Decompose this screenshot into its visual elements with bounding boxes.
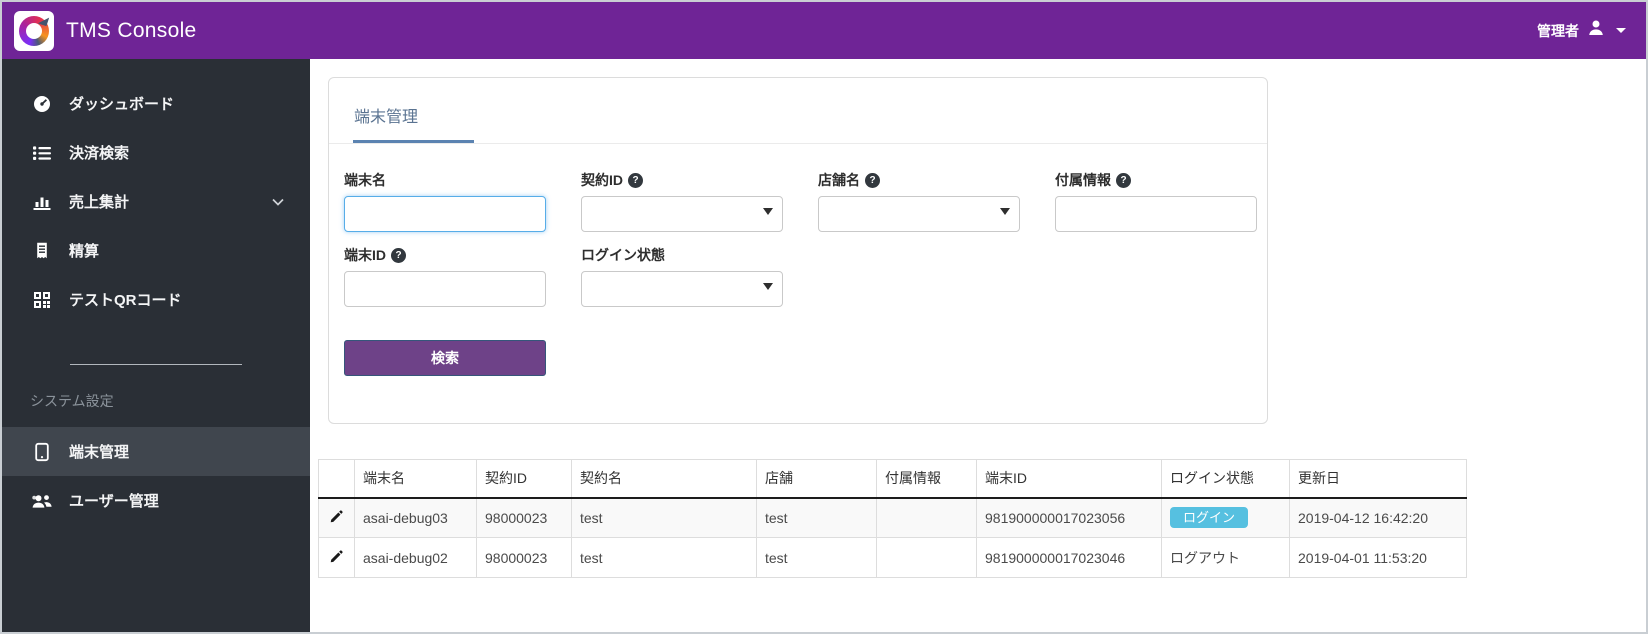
sidebar-divider [70,364,242,365]
help-icon[interactable]: ? [391,247,406,263]
sidebar-item-user-management[interactable]: ユーザー管理 [2,476,310,525]
terminal-table: 端末名 契約ID 契約名 店舗 付属情報 端末ID ログイン状態 更新日 asa… [318,459,1467,578]
cell-extra-info [876,537,977,578]
table-row: asai-debug03 98000023 test test 98190000… [318,497,1467,538]
login-state-select[interactable] [581,271,783,307]
app-logo[interactable] [14,10,54,51]
search-form: 端末名 契約ID ? 店舗名 ? 付属情報 ? 端末ID ? ログイン状態 検索 [329,144,1267,423]
tab-terminal-management[interactable]: 端末管理 [353,103,475,143]
search-button[interactable]: 検索 [344,340,546,376]
terminal-id-label: 端末ID [344,247,386,263]
col-store: 店舗 [756,459,877,499]
sidebar-item-sales-summary[interactable]: 売上集計 [2,177,310,226]
main-content: 端末管理 端末名 契約ID ? 店舗名 ? 付属情報 ? 端末ID ? ログイン… [310,59,1646,632]
help-icon[interactable]: ? [865,172,880,188]
bar-chart-icon [30,192,54,212]
gauge-icon [30,94,54,114]
sidebar: ダッシュボード 決済検索 売上集計 精算 テストQRコード システム設定 端末管… [2,59,310,632]
field-terminal-id: 端末ID ? [344,245,546,307]
store-name-label: 店舗名 [818,172,860,188]
sidebar-item-label: テストQRコード [69,292,182,309]
edit-button[interactable] [318,537,355,578]
contract-id-label: 契約ID [581,172,623,188]
app-title: TMS Console [66,18,197,42]
cell-extra-info [876,497,977,538]
col-contract-name: 契約名 [571,459,757,499]
sidebar-section-system-settings: システム設定 [30,393,114,409]
col-edit [318,459,355,499]
table-header-row: 端末名 契約ID 契約名 店舗 付属情報 端末ID ログイン状態 更新日 [318,459,1467,499]
list-icon [30,143,54,163]
cell-contract-id: 98000023 [476,537,572,578]
col-contract-id: 契約ID [476,459,572,499]
cell-terminal-name: asai-debug03 [354,497,477,538]
cell-terminal-id: 981900000017023056 [976,497,1162,538]
tms-console-window: TMS Console 管理者 ダッシュボード 決済検索 売上集計 精算 テスト… [0,0,1648,634]
caret-down-icon [1616,28,1626,33]
sidebar-item-terminal-management[interactable]: 端末管理 [2,427,310,476]
cell-terminal-name: asai-debug02 [354,537,477,578]
cell-terminal-id: 981900000017023046 [976,537,1162,578]
cell-contract-name: test [571,497,757,538]
pencil-icon [330,549,343,562]
sidebar-item-label: 決済検索 [69,145,130,162]
terminal-management-card: 端末管理 端末名 契約ID ? 店舗名 ? 付属情報 ? 端末ID ? ログイン… [328,77,1268,424]
sidebar-item-label: ダッシュボード [69,96,175,113]
terminal-name-label: 端末名 [344,172,386,188]
field-terminal-name: 端末名 [344,170,546,232]
cell-store: test [756,537,877,578]
sidebar-item-settlement[interactable]: 精算 [2,226,310,275]
sidebar-item-label: 端末管理 [69,444,130,461]
sidebar-item-test-qr[interactable]: テストQRコード [2,275,310,324]
contract-id-select[interactable] [581,196,783,232]
chevron-down-icon [272,193,284,210]
sidebar-item-label: 売上集計 [69,194,130,211]
help-icon[interactable]: ? [628,172,643,188]
col-login-status: ログイン状態 [1161,459,1290,499]
col-extra-info: 付属情報 [876,459,977,499]
sidebar-item-label: 精算 [69,243,100,260]
col-terminal-name: 端末名 [354,459,477,499]
cell-updated-at: 2019-04-12 16:42:20 [1289,497,1467,538]
users-icon [30,491,54,511]
login-status-badge: ログイン [1170,507,1249,529]
col-terminal-id: 端末ID [976,459,1162,499]
field-store-name: 店舗名 ? [818,170,1020,232]
tablet-icon [30,442,54,462]
sidebar-item-dashboard[interactable]: ダッシュボード [2,79,310,128]
qr-code-icon [30,290,54,310]
pencil-icon [330,510,343,523]
app-header: TMS Console 管理者 [2,2,1646,59]
terminal-id-input[interactable] [344,271,546,307]
field-login-state: ログイン状態 [581,245,783,307]
sidebar-item-payment-search[interactable]: 決済検索 [2,128,310,177]
extra-info-label: 付属情報 [1055,172,1111,188]
cell-login-status: ログイン [1161,497,1290,538]
user-menu[interactable]: 管理者 [1537,18,1626,43]
cell-login-status: ログアウト [1161,537,1290,578]
terminal-name-input[interactable] [344,196,546,232]
extra-info-input[interactable] [1055,196,1257,232]
user-label: 管理者 [1537,22,1579,39]
card-tab-bar: 端末管理 [329,78,1267,144]
cell-contract-name: test [571,537,757,578]
cell-store: test [756,497,877,538]
field-contract-id: 契約ID ? [581,170,783,232]
sidebar-item-label: ユーザー管理 [69,493,159,510]
edit-button[interactable] [318,497,355,538]
store-name-select[interactable] [818,196,1020,232]
help-icon[interactable]: ? [1116,172,1131,188]
cell-contract-id: 98000023 [476,497,572,538]
table-row: asai-debug02 98000023 test test 98190000… [318,537,1467,578]
user-icon [1586,18,1606,43]
login-state-label: ログイン状態 [581,247,665,263]
logo-swirl-icon [19,15,49,46]
receipt-icon [30,241,54,261]
field-extra-info: 付属情報 ? [1055,170,1257,232]
col-updated-at: 更新日 [1289,459,1467,499]
cell-updated-at: 2019-04-01 11:53:20 [1289,537,1467,578]
